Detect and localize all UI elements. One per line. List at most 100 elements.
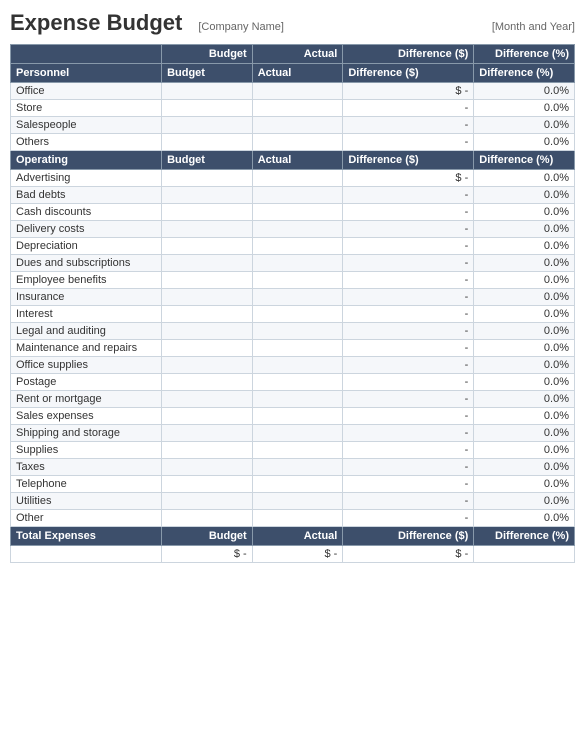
row-actual[interactable] bbox=[252, 238, 343, 255]
row-actual[interactable] bbox=[252, 323, 343, 340]
total-diff-pct-val bbox=[474, 546, 575, 563]
table-row: Interest - 0.0% bbox=[11, 306, 575, 323]
section-actual-header: Actual bbox=[252, 151, 343, 170]
row-actual[interactable] bbox=[252, 442, 343, 459]
row-budget[interactable] bbox=[162, 289, 253, 306]
table-row: Rent or mortgage - 0.0% bbox=[11, 391, 575, 408]
row-actual[interactable] bbox=[252, 306, 343, 323]
row-diff-dollar: $ - bbox=[343, 83, 474, 100]
row-budget[interactable] bbox=[162, 493, 253, 510]
table-row: Store - 0.0% bbox=[11, 100, 575, 117]
row-budget[interactable] bbox=[162, 374, 253, 391]
column-headers: Budget Actual Difference ($) Difference … bbox=[11, 45, 575, 64]
section-header-personnel: Personnel Budget Actual Difference ($) D… bbox=[11, 64, 575, 83]
row-diff-pct: 0.0% bbox=[474, 391, 575, 408]
row-actual[interactable] bbox=[252, 170, 343, 187]
row-diff-pct: 0.0% bbox=[474, 374, 575, 391]
row-budget[interactable] bbox=[162, 272, 253, 289]
row-budget[interactable] bbox=[162, 83, 253, 100]
row-diff-pct: 0.0% bbox=[474, 272, 575, 289]
row-budget[interactable] bbox=[162, 476, 253, 493]
row-actual[interactable] bbox=[252, 408, 343, 425]
row-budget[interactable] bbox=[162, 442, 253, 459]
row-label: Rent or mortgage bbox=[11, 391, 162, 408]
row-actual[interactable] bbox=[252, 476, 343, 493]
row-label: Dues and subscriptions bbox=[11, 255, 162, 272]
row-budget[interactable] bbox=[162, 221, 253, 238]
row-actual[interactable] bbox=[252, 117, 343, 134]
row-actual[interactable] bbox=[252, 340, 343, 357]
row-actual[interactable] bbox=[252, 459, 343, 476]
row-label: Supplies bbox=[11, 442, 162, 459]
row-budget[interactable] bbox=[162, 357, 253, 374]
table-row: Salespeople - 0.0% bbox=[11, 117, 575, 134]
row-diff-dollar: - bbox=[343, 272, 474, 289]
row-diff-dollar: - bbox=[343, 134, 474, 151]
section-diff-pct-header: Difference (%) bbox=[474, 151, 575, 170]
row-diff-pct: 0.0% bbox=[474, 134, 575, 151]
row-label: Other bbox=[11, 510, 162, 527]
col-header-diff-pct: Difference (%) bbox=[474, 45, 575, 64]
col-header-label bbox=[11, 45, 162, 64]
row-actual[interactable] bbox=[252, 204, 343, 221]
row-actual[interactable] bbox=[252, 510, 343, 527]
row-actual[interactable] bbox=[252, 83, 343, 100]
row-actual[interactable] bbox=[252, 255, 343, 272]
total-label: Total Expenses bbox=[11, 527, 162, 546]
section-diff-pct-header: Difference (%) bbox=[474, 64, 575, 83]
row-budget[interactable] bbox=[162, 117, 253, 134]
row-label: Depreciation bbox=[11, 238, 162, 255]
row-budget[interactable] bbox=[162, 459, 253, 476]
row-budget[interactable] bbox=[162, 340, 253, 357]
row-actual[interactable] bbox=[252, 134, 343, 151]
row-diff-dollar: - bbox=[343, 204, 474, 221]
row-budget[interactable] bbox=[162, 425, 253, 442]
row-budget[interactable] bbox=[162, 391, 253, 408]
row-budget[interactable] bbox=[162, 323, 253, 340]
row-budget[interactable] bbox=[162, 204, 253, 221]
row-label: Advertising bbox=[11, 170, 162, 187]
total-diff-dollar-header: Difference ($) bbox=[343, 527, 474, 546]
row-diff-dollar: - bbox=[343, 408, 474, 425]
table-row: Advertising $ - 0.0% bbox=[11, 170, 575, 187]
row-label: Cash discounts bbox=[11, 204, 162, 221]
table-row: Sales expenses - 0.0% bbox=[11, 408, 575, 425]
row-budget[interactable] bbox=[162, 510, 253, 527]
row-budget[interactable] bbox=[162, 306, 253, 323]
row-budget[interactable] bbox=[162, 170, 253, 187]
row-diff-dollar: $ - bbox=[343, 170, 474, 187]
row-actual[interactable] bbox=[252, 374, 343, 391]
row-actual[interactable] bbox=[252, 391, 343, 408]
row-diff-dollar: - bbox=[343, 374, 474, 391]
row-budget[interactable] bbox=[162, 100, 253, 117]
row-actual[interactable] bbox=[252, 357, 343, 374]
table-row: Maintenance and repairs - 0.0% bbox=[11, 340, 575, 357]
row-budget[interactable] bbox=[162, 187, 253, 204]
row-diff-dollar: - bbox=[343, 100, 474, 117]
row-actual[interactable] bbox=[252, 493, 343, 510]
total-values-row: $ - $ - $ - bbox=[11, 546, 575, 563]
row-actual[interactable] bbox=[252, 289, 343, 306]
row-label: Utilities bbox=[11, 493, 162, 510]
header: Expense Budget [Company Name] [Month and… bbox=[10, 10, 575, 36]
row-budget[interactable] bbox=[162, 134, 253, 151]
row-diff-pct: 0.0% bbox=[474, 255, 575, 272]
row-diff-pct: 0.0% bbox=[474, 83, 575, 100]
col-header-budget: Budget bbox=[162, 45, 253, 64]
table-row: Bad debts - 0.0% bbox=[11, 187, 575, 204]
row-budget[interactable] bbox=[162, 408, 253, 425]
total-values-label bbox=[11, 546, 162, 563]
row-actual[interactable] bbox=[252, 221, 343, 238]
expense-budget-table: Budget Actual Difference ($) Difference … bbox=[10, 44, 575, 563]
row-actual[interactable] bbox=[252, 100, 343, 117]
row-actual[interactable] bbox=[252, 425, 343, 442]
row-diff-dollar: - bbox=[343, 187, 474, 204]
row-diff-pct: 0.0% bbox=[474, 289, 575, 306]
row-actual[interactable] bbox=[252, 272, 343, 289]
row-budget[interactable] bbox=[162, 238, 253, 255]
row-actual[interactable] bbox=[252, 187, 343, 204]
row-diff-dollar: - bbox=[343, 323, 474, 340]
table-row: Office supplies - 0.0% bbox=[11, 357, 575, 374]
total-budget-header: Budget bbox=[162, 527, 253, 546]
row-budget[interactable] bbox=[162, 255, 253, 272]
